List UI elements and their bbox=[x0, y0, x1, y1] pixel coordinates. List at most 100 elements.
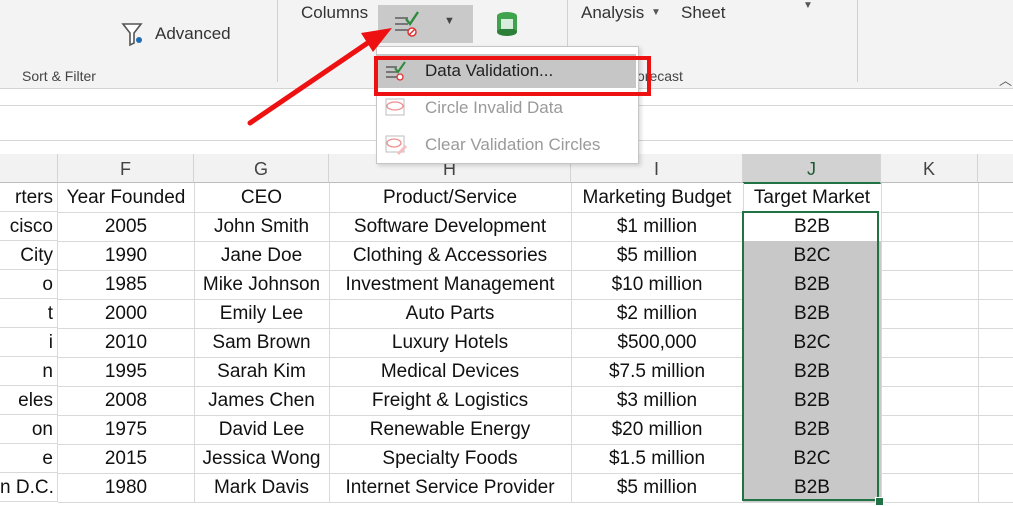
cell-col-k[interactable] bbox=[881, 415, 979, 445]
header-cell-col-j[interactable]: Target Market bbox=[743, 183, 882, 213]
cell-col-f[interactable]: 1995 bbox=[58, 357, 195, 387]
cell-col-e[interactable]: cisco bbox=[0, 212, 58, 241]
menu-item-circle-invalid-data[interactable]: Circle Invalid Data bbox=[377, 91, 636, 125]
cell-col-l[interactable] bbox=[978, 241, 1013, 271]
cell-col-g[interactable]: Mike Johnson bbox=[194, 270, 330, 300]
cell-col-f[interactable]: 1990 bbox=[58, 241, 195, 271]
cell-col-f[interactable]: 2010 bbox=[58, 328, 195, 358]
cell-col-f[interactable]: 1985 bbox=[58, 270, 195, 300]
cell-col-l[interactable] bbox=[978, 415, 1013, 445]
cell-col-i[interactable]: $5 million bbox=[571, 241, 744, 271]
cell-col-h[interactable]: Software Development bbox=[329, 212, 572, 242]
cell-col-k[interactable] bbox=[881, 473, 979, 503]
analysis-label[interactable]: Analysis bbox=[581, 3, 644, 23]
cell-col-l[interactable] bbox=[978, 357, 1013, 387]
header-cell-col-k[interactable] bbox=[881, 183, 979, 213]
cell-col-e[interactable]: eles bbox=[0, 386, 58, 415]
sheet-label[interactable]: Sheet bbox=[681, 3, 725, 23]
cell-col-e[interactable]: e bbox=[0, 444, 58, 473]
filter-advanced-icon bbox=[121, 23, 143, 47]
columns-label[interactable]: Columns bbox=[301, 3, 368, 23]
data-validation-button[interactable]: ▼ bbox=[378, 5, 473, 43]
cell-col-l[interactable] bbox=[978, 299, 1013, 329]
cell-col-g[interactable]: Jessica Wong bbox=[194, 444, 330, 474]
cell-col-k[interactable] bbox=[881, 357, 979, 387]
cell-col-f[interactable]: 2008 bbox=[58, 386, 195, 416]
cell-col-h[interactable]: Freight & Logistics bbox=[329, 386, 572, 416]
cell-col-k[interactable] bbox=[881, 386, 979, 416]
cell-col-k[interactable] bbox=[881, 328, 979, 358]
cell-col-g[interactable]: James Chen bbox=[194, 386, 330, 416]
cell-col-i[interactable]: $20 million bbox=[571, 415, 744, 445]
cell-col-i[interactable]: $3 million bbox=[571, 386, 744, 416]
cell-col-e[interactable]: i bbox=[0, 328, 58, 357]
cell-col-l[interactable] bbox=[978, 444, 1013, 474]
cell-col-h[interactable]: Internet Service Provider bbox=[329, 473, 572, 503]
cell-col-k[interactable] bbox=[881, 212, 979, 242]
cell-col-g[interactable]: David Lee bbox=[194, 415, 330, 445]
cell-col-g[interactable]: Emily Lee bbox=[194, 299, 330, 329]
cell-col-f[interactable]: 2015 bbox=[58, 444, 195, 474]
cell-col-i[interactable]: $1 million bbox=[571, 212, 744, 242]
cell-col-l[interactable] bbox=[978, 212, 1013, 242]
column-header-k[interactable]: K bbox=[881, 154, 978, 183]
cell-col-i[interactable]: $5 million bbox=[571, 473, 744, 503]
more-chevron-icon[interactable]: ▼ bbox=[803, 0, 813, 11]
cell-col-h[interactable]: Clothing & Accessories bbox=[329, 241, 572, 271]
cell-col-g[interactable]: Jane Doe bbox=[194, 241, 330, 271]
cell-col-f[interactable]: 1975 bbox=[58, 415, 195, 445]
header-cell-col-h[interactable]: Product/Service bbox=[329, 183, 572, 213]
cell-col-f[interactable]: 2000 bbox=[58, 299, 195, 329]
group-separator bbox=[277, 0, 278, 82]
cell-col-h[interactable]: Investment Management bbox=[329, 270, 572, 300]
cell-col-g[interactable]: Sam Brown bbox=[194, 328, 330, 358]
menu-item-clear-validation-circles[interactable]: Clear Validation Circles bbox=[377, 128, 636, 162]
chevron-down-icon: ▼ bbox=[444, 15, 455, 27]
cell-col-e[interactable]: n bbox=[0, 357, 58, 386]
cell-col-h[interactable]: Renewable Energy bbox=[329, 415, 572, 445]
cell-col-l[interactable] bbox=[978, 386, 1013, 416]
cell-col-e[interactable]: t bbox=[0, 299, 58, 328]
manage-data-model-icon[interactable] bbox=[494, 10, 520, 38]
data-validation-icon bbox=[395, 11, 419, 37]
cell-col-k[interactable] bbox=[881, 270, 979, 300]
cell-col-f[interactable]: 2005 bbox=[58, 212, 195, 242]
column-header-j[interactable]: J bbox=[743, 154, 881, 184]
cell-col-e[interactable]: City bbox=[0, 241, 58, 270]
header-cell-col-l[interactable] bbox=[978, 183, 1013, 213]
cell-col-i[interactable]: $7.5 million bbox=[571, 357, 744, 387]
cell-col-i[interactable]: $500,000 bbox=[571, 328, 744, 358]
clear-validation-circles-icon bbox=[385, 135, 407, 155]
cell-col-h[interactable]: Luxury Hotels bbox=[329, 328, 572, 358]
cell-col-l[interactable] bbox=[978, 473, 1013, 503]
cell-col-e[interactable]: n D.C. bbox=[0, 473, 58, 502]
cell-col-k[interactable] bbox=[881, 299, 979, 329]
header-cell-col-e[interactable]: rters bbox=[0, 183, 58, 212]
header-cell-col-g[interactable]: CEO bbox=[194, 183, 330, 213]
cell-col-i[interactable]: $10 million bbox=[571, 270, 744, 300]
advanced-button[interactable]: Advanced bbox=[120, 20, 240, 50]
cell-col-i[interactable]: $1.5 million bbox=[571, 444, 744, 474]
cell-col-g[interactable]: Sarah Kim bbox=[194, 357, 330, 387]
cell-col-h[interactable]: Auto Parts bbox=[329, 299, 572, 329]
cell-col-k[interactable] bbox=[881, 241, 979, 271]
column-header-g[interactable]: G bbox=[194, 154, 329, 183]
cell-col-k[interactable] bbox=[881, 444, 979, 474]
column-header-partial[interactable] bbox=[0, 154, 58, 183]
cell-col-l[interactable] bbox=[978, 328, 1013, 358]
header-cell-col-f[interactable]: Year Founded bbox=[58, 183, 195, 213]
column-header-l[interactable] bbox=[978, 154, 1013, 183]
group-separator bbox=[857, 0, 858, 82]
cell-col-h[interactable]: Medical Devices bbox=[329, 357, 572, 387]
header-cell-col-i[interactable]: Marketing Budget bbox=[571, 183, 744, 213]
cell-col-f[interactable]: 1980 bbox=[58, 473, 195, 503]
cell-col-g[interactable]: Mark Davis bbox=[194, 473, 330, 503]
cell-col-e[interactable]: on bbox=[0, 415, 58, 444]
cell-col-l[interactable] bbox=[978, 270, 1013, 300]
column-header-f[interactable]: F bbox=[58, 154, 194, 183]
cell-col-g[interactable]: John Smith bbox=[194, 212, 330, 242]
cell-col-i[interactable]: $2 million bbox=[571, 299, 744, 329]
cell-col-e[interactable]: o bbox=[0, 270, 58, 299]
collapse-ribbon-icon[interactable]: ︿ bbox=[999, 70, 1012, 89]
cell-col-h[interactable]: Specialty Foods bbox=[329, 444, 572, 474]
